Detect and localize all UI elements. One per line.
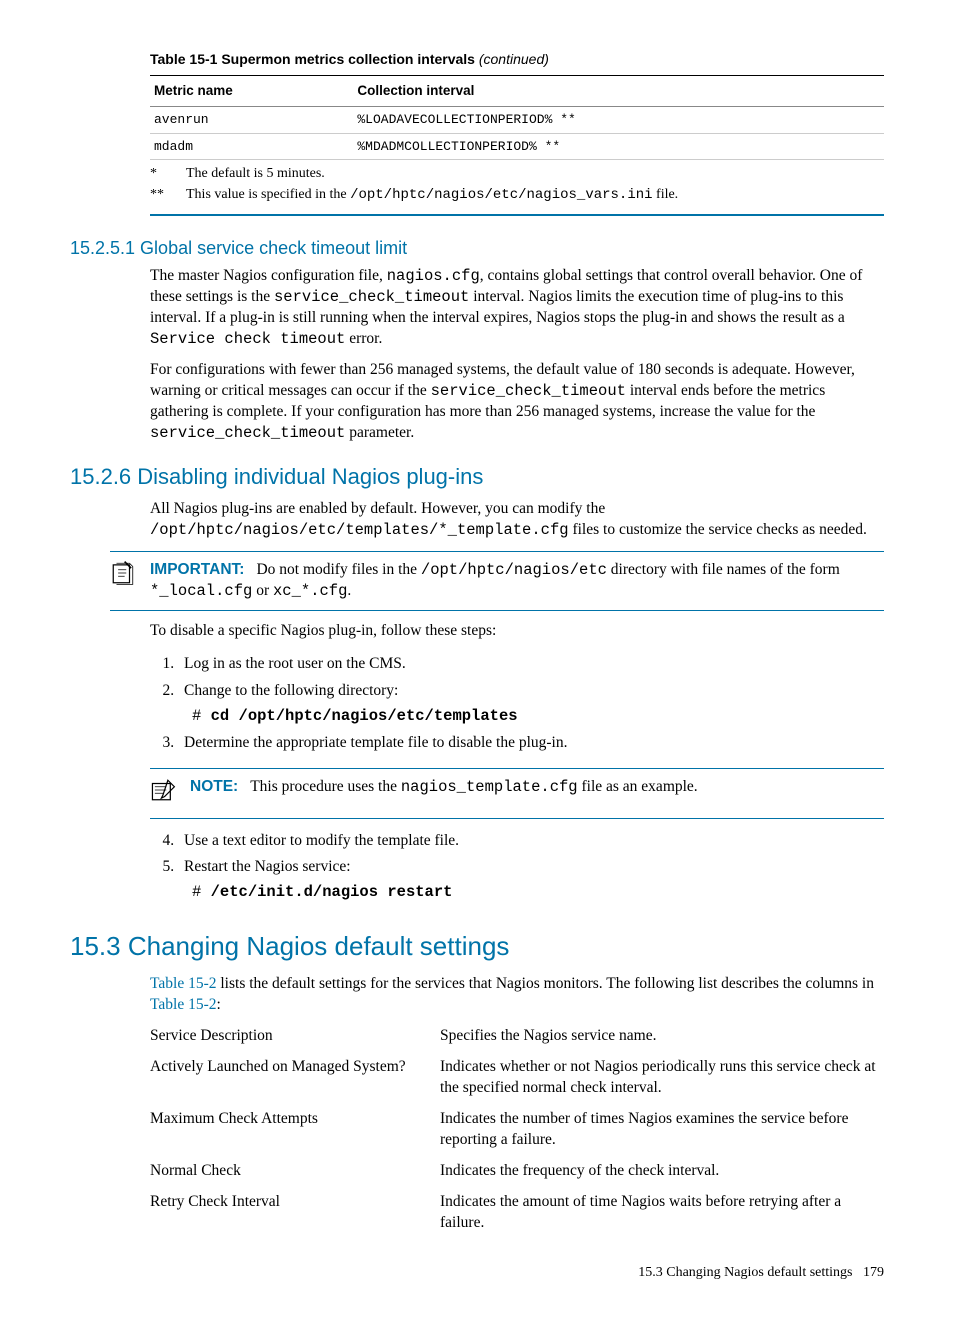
important-text: IMPORTANT:Do not modify files in the /op… — [150, 560, 884, 602]
definition-row: Normal Check Indicates the frequency of … — [150, 1161, 884, 1182]
definition-row: Retry Check Interval Indicates the amoun… — [150, 1192, 884, 1234]
note-icon — [150, 777, 176, 810]
command-line: # cd /opt/hptc/nagios/etc/templates — [192, 706, 884, 727]
link-table-15-2[interactable]: Table 15-2 — [150, 996, 217, 1013]
list-item: Log in as the root user on the CMS. — [178, 652, 884, 679]
page-footer: 15.3 Changing Nagios default settings 17… — [70, 1264, 884, 1283]
definition-row: Service Description Specifies the Nagios… — [150, 1026, 884, 1047]
definition-term: Normal Check — [150, 1161, 420, 1182]
heading-15-2-5-1: 15.2.5.1 Global service check timeout li… — [70, 236, 884, 260]
definition-list: Service Description Specifies the Nagios… — [150, 1026, 884, 1233]
cell-metric: avenrun — [150, 107, 353, 134]
table-caption: Table 15-1 Supermon metrics collection i… — [150, 50, 884, 69]
cell-metric: mdadm — [150, 133, 353, 160]
definition-desc: Indicates the number of times Nagios exa… — [440, 1109, 884, 1151]
command-line: # /etc/init.d/nagios restart — [192, 882, 884, 903]
steps-list: Log in as the root user on the CMS. Chan… — [150, 652, 884, 758]
link-table-15-2[interactable]: Table 15-2 — [150, 975, 217, 992]
footer-page-number: 179 — [863, 1265, 884, 1280]
paragraph: Table 15-2 lists the default settings fo… — [150, 974, 884, 1016]
definition-term: Maximum Check Attempts — [150, 1109, 420, 1151]
definition-row: Maximum Check Attempts Indicates the num… — [150, 1109, 884, 1151]
list-item: Change to the following directory: # cd … — [178, 679, 884, 731]
col-collection-interval: Collection interval — [353, 75, 884, 106]
table-caption-continued: (continued) — [479, 51, 549, 67]
table-caption-text: Table 15-1 Supermon metrics collection i… — [150, 51, 475, 67]
heading-15-2-6: 15.2.6 Disabling individual Nagios plug-… — [70, 462, 884, 492]
important-callout: IMPORTANT:Do not modify files in the /op… — [110, 551, 884, 611]
footnote-mark: * — [150, 165, 168, 184]
footer-section: 15.3 Changing Nagios default settings — [638, 1265, 852, 1280]
list-item: Restart the Nagios service: # /etc/init.… — [178, 855, 884, 907]
note-callout: NOTE:This procedure uses the nagios_temp… — [150, 768, 884, 819]
definition-desc: Indicates the frequency of the check int… — [440, 1161, 884, 1182]
definition-term: Actively Launched on Managed System? — [150, 1057, 420, 1099]
table-header-row: Metric name Collection interval — [150, 75, 884, 106]
cell-interval: %LOADAVECOLLECTIONPERIOD% ** — [353, 107, 884, 134]
footnote-text: This value is specified in the /opt/hptc… — [186, 186, 678, 205]
important-label: IMPORTANT: — [150, 561, 244, 578]
list-item: Use a text editor to modify the template… — [178, 829, 884, 856]
footnote: ** This value is specified in the /opt/h… — [150, 185, 884, 206]
definition-desc: Specifies the Nagios service name. — [440, 1026, 884, 1047]
list-item: Determine the appropriate template file … — [178, 731, 884, 758]
steps-list-cont: Use a text editor to modify the template… — [150, 829, 884, 908]
footnote-mark: ** — [150, 186, 168, 205]
paragraph: To disable a specific Nagios plug-in, fo… — [150, 621, 884, 642]
paragraph: All Nagios plug-ins are enabled by defau… — [150, 499, 884, 541]
cell-interval: %MDADMCOLLECTIONPERIOD% ** — [353, 133, 884, 160]
heading-15-3: 15.3 Changing Nagios default settings — [70, 929, 884, 964]
footnote: * The default is 5 minutes. — [150, 164, 884, 185]
table-row: mdadm %MDADMCOLLECTIONPERIOD% ** — [150, 133, 884, 160]
definition-desc: Indicates whether or not Nagios periodic… — [440, 1057, 884, 1099]
paragraph: The master Nagios configuration file, na… — [150, 266, 884, 350]
table-row: avenrun %LOADAVECOLLECTIONPERIOD% ** — [150, 107, 884, 134]
definition-desc: Indicates the amount of time Nagios wait… — [440, 1192, 884, 1234]
footnote-text: The default is 5 minutes. — [186, 165, 325, 184]
table-footnotes: * The default is 5 minutes. ** This valu… — [150, 164, 884, 216]
note-label: NOTE: — [190, 778, 238, 795]
important-icon — [110, 560, 136, 602]
note-text: NOTE:This procedure uses the nagios_temp… — [190, 777, 884, 810]
definition-term: Service Description — [150, 1026, 420, 1047]
metrics-table: Metric name Collection interval avenrun … — [150, 75, 884, 160]
paragraph: For configurations with fewer than 256 m… — [150, 360, 884, 444]
col-metric-name: Metric name — [150, 75, 353, 106]
definition-row: Actively Launched on Managed System? Ind… — [150, 1057, 884, 1099]
definition-term: Retry Check Interval — [150, 1192, 420, 1234]
